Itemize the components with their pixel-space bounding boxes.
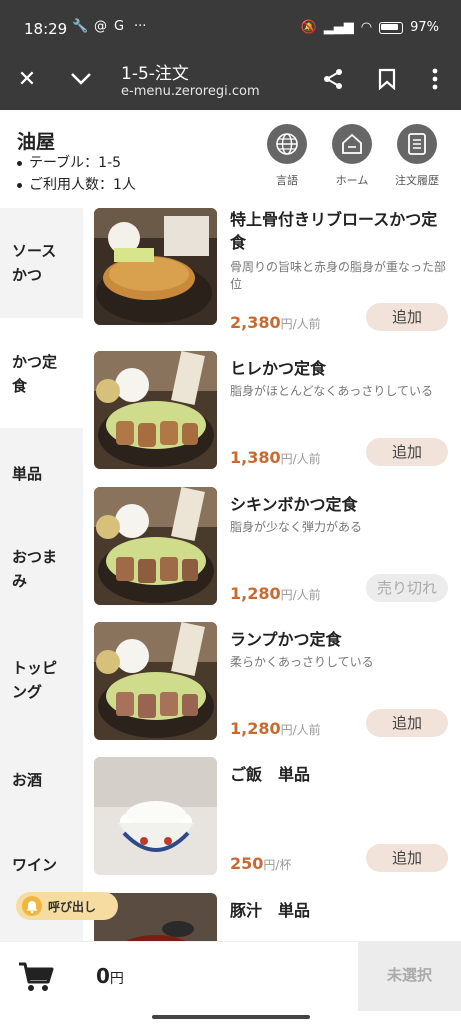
home-icon xyxy=(332,124,372,164)
battery-icon xyxy=(379,21,404,34)
item-name: シキンボかつ定食 xyxy=(230,495,358,514)
item-photo xyxy=(94,351,217,469)
more-menu-icon[interactable] xyxy=(420,64,450,94)
category-topping[interactable]: トッピ ング xyxy=(0,638,83,748)
item-price: 1,380円/人前 xyxy=(230,448,321,467)
menu-item[interactable]: 特上骨付きリブロースかつ定食 骨周りの旨味と赤身の脂身が重なった部位 2,380… xyxy=(83,208,461,332)
chevron-down-icon[interactable] xyxy=(66,64,96,94)
item-photo xyxy=(94,622,217,740)
call-staff-button[interactable]: 呼び出し xyxy=(16,892,118,920)
page-url[interactable]: e-menu.zeroregi.com xyxy=(121,84,260,99)
item-price: 1,280円/人前 xyxy=(230,719,321,738)
add-button[interactable]: 追加 xyxy=(366,844,448,872)
item-name: ランプかつ定食 xyxy=(230,630,342,649)
menu-item[interactable]: ヒレかつ定食 脂身がほとんどなくあっさりしている 1,380円/人前 追加 xyxy=(83,351,461,474)
item-description: 脂身が少なく弾力がある xyxy=(230,520,363,534)
menu-list: 特上骨付きリブロースかつ定食 骨周りの旨味と赤身の脂身が重なった部位 2,380… xyxy=(83,208,461,941)
google-icon: G xyxy=(114,19,125,34)
item-name: 特上骨付きリブロースかつ定食 xyxy=(230,210,438,252)
sold-out-button: 売り切れ xyxy=(366,574,448,602)
order-history-button[interactable]: 注文履歴 xyxy=(387,124,447,188)
wifi-icon: ◠ xyxy=(360,20,373,35)
wrench-icon: 🔧 xyxy=(72,19,89,34)
gesture-handle[interactable] xyxy=(152,1015,310,1019)
category-otsumami[interactable]: おつま み xyxy=(0,528,83,638)
receipt-icon xyxy=(397,124,437,164)
item-name: ご飯 単品 xyxy=(230,765,311,784)
cart-total: 0円 xyxy=(96,964,124,988)
add-button[interactable]: 追加 xyxy=(366,709,448,737)
bookmark-icon[interactable] xyxy=(372,64,402,94)
item-name: 豚汁 単品 xyxy=(230,901,311,920)
home-button[interactable]: ホーム xyxy=(322,124,382,188)
item-description: 骨周りの旨味と赤身の脂身が重なった部位 xyxy=(230,260,447,291)
threads-icon: @ xyxy=(94,19,107,34)
menu-item[interactable]: 豚汁 単品 xyxy=(83,893,461,941)
category-sauce-katsu[interactable]: ソース かつ xyxy=(0,208,83,318)
restaurant-header: 油屋 テーブル：1-5 ご利用人数：1人 言語 ホーム 注文履歴 xyxy=(0,110,461,208)
item-price: 1,280円/人前 xyxy=(230,584,321,603)
item-price: 2,380円/人前 xyxy=(230,313,321,332)
item-photo xyxy=(94,757,217,875)
mute-icon: 🔕 xyxy=(300,20,317,35)
bell-icon xyxy=(22,896,42,916)
add-button[interactable]: 追加 xyxy=(366,438,448,466)
globe-icon xyxy=(267,124,307,164)
item-photo xyxy=(94,208,217,325)
table-info: テーブル：1-5 xyxy=(17,152,121,172)
menu-item[interactable]: ご飯 単品 250円/杯 追加 xyxy=(83,757,461,880)
category-tanpin[interactable]: 単品 xyxy=(0,428,83,528)
category-sidebar: ソース かつ かつ定 食 単品 おつま み トッピ ング お酒 ワイン xyxy=(0,208,83,941)
category-katsu-teishoku[interactable]: かつ定 食 xyxy=(0,318,83,428)
menu-item[interactable]: シキンボかつ定食 脂身が少なく弾力がある 1,280円/人前 売り切れ xyxy=(83,487,461,610)
item-description: 柔らかくあっさりしている xyxy=(230,655,374,669)
add-button[interactable]: 追加 xyxy=(366,303,448,331)
restaurant-name: 油屋 xyxy=(17,131,56,153)
share-icon[interactable] xyxy=(318,64,348,94)
cart-icon[interactable] xyxy=(16,956,56,996)
item-description: 脂身がほとんどなくあっさりしている xyxy=(230,384,434,398)
battery-level: 97 xyxy=(410,20,427,35)
clock: 18:29 xyxy=(24,20,68,38)
cart-bar: 0円 未選択 xyxy=(0,941,461,1012)
item-name: ヒレかつ定食 xyxy=(230,359,327,378)
item-price: 250円/杯 xyxy=(230,854,292,873)
item-photo xyxy=(94,487,217,605)
menu-item[interactable]: ランプかつ定食 柔らかくあっさりしている 1,280円/人前 追加 xyxy=(83,622,461,745)
close-icon[interactable]: ✕ xyxy=(12,64,42,94)
category-sake[interactable]: お酒 xyxy=(0,748,83,838)
guest-count: ご利用人数：1人 xyxy=(17,174,136,194)
call-staff-label: 呼び出し xyxy=(48,900,97,914)
gesture-bar xyxy=(0,1011,461,1024)
browser-toolbar: ✕ 1-5-注文 e-menu.zeroregi.com xyxy=(0,50,461,110)
order-submit-button[interactable]: 未選択 xyxy=(358,942,461,1012)
page-title: 1-5-注文 xyxy=(121,64,189,84)
status-bar: 18:29 🔧 @ G ··· 🔕 ▂▄▆ ◠ 97% xyxy=(0,0,461,50)
language-button[interactable]: 言語 xyxy=(257,124,317,188)
signal-icon: ▂▄▆ xyxy=(323,20,354,35)
more-notifications-icon: ··· xyxy=(134,19,147,34)
